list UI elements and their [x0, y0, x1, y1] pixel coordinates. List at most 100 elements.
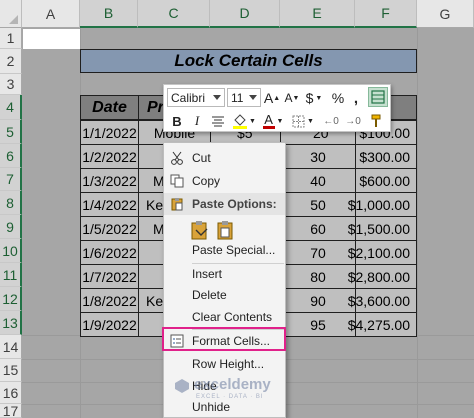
- font-color-icon: A: [262, 111, 275, 129]
- row-header-9[interactable]: 9: [0, 215, 22, 239]
- mini-toolbar: Calibri 11 A ▲ A ▼ $ ▼ % , B I ▼ A ▼ ▼ ←…: [163, 84, 391, 132]
- cell-sales[interactable]: $600.00: [355, 168, 417, 193]
- decrease-decimal-button[interactable]: →0: [344, 111, 362, 131]
- bold-button[interactable]: B: [169, 111, 185, 131]
- watermark: exceldemy EXCEL · DATA · BI: [174, 374, 324, 404]
- cell-sales[interactable]: $2,100.00: [348, 240, 417, 265]
- row-header-2[interactable]: 2: [0, 49, 22, 74]
- cell-a1[interactable]: [23, 29, 80, 49]
- menu-item-cut[interactable]: Cut: [164, 147, 285, 169]
- center-align-button[interactable]: [209, 111, 227, 131]
- cell-date[interactable]: 1/4/2022: [80, 192, 139, 217]
- column-header-b[interactable]: B: [80, 0, 138, 28]
- grid-format-icon: [371, 90, 385, 104]
- watermark-name: exceldemy: [194, 376, 271, 393]
- font-size-dropdown[interactable]: 11: [227, 88, 261, 107]
- row-header-3[interactable]: 3: [0, 74, 22, 95]
- cell-date[interactable]: 1/1/2022: [80, 120, 139, 145]
- caret-down-icon: ▼: [292, 94, 300, 102]
- menu-item-clear-contents[interactable]: Clear Contents: [164, 306, 285, 328]
- select-all-corner[interactable]: [0, 0, 22, 28]
- caret-up-icon: ▲: [273, 94, 281, 102]
- row-header-11[interactable]: 11: [0, 263, 22, 287]
- cell-date[interactable]: 1/5/2022: [80, 216, 139, 241]
- row-header-7[interactable]: 7: [0, 168, 22, 191]
- row-header-5[interactable]: 5: [0, 120, 22, 144]
- increase-decimal-button[interactable]: ←0: [322, 111, 340, 131]
- format-painter-toggle-button[interactable]: [368, 87, 388, 107]
- font-name-dropdown[interactable]: Calibri: [167, 88, 225, 107]
- dollar-icon: $: [305, 90, 314, 106]
- percent-style-button[interactable]: %: [330, 88, 346, 108]
- row-header-10[interactable]: 10: [0, 239, 22, 263]
- cell-qty[interactable]: 40: [280, 168, 356, 193]
- scissors-icon: [169, 150, 185, 166]
- cell-qty[interactable]: 95: [280, 312, 356, 337]
- clipboard-icon: [169, 196, 185, 212]
- cell-sales[interactable]: $3,600.00: [348, 288, 417, 313]
- cell-sales[interactable]: $1,500.00: [348, 216, 417, 241]
- decrease-font-icon: A: [284, 91, 293, 105]
- cell-sales[interactable]: $300.00: [355, 144, 417, 169]
- fill-color-button[interactable]: ▼: [230, 111, 258, 131]
- row-header-13[interactable]: 13: [0, 311, 22, 335]
- paint-bucket-icon: [233, 114, 248, 129]
- row-header-17[interactable]: 17: [0, 403, 22, 418]
- comma-style-button[interactable]: ,: [350, 88, 362, 108]
- cell-qty[interactable]: 70: [280, 240, 356, 265]
- paste-options-header: Paste Options:: [164, 193, 285, 215]
- chevron-down-icon: [213, 95, 221, 100]
- increase-font-size-button[interactable]: A ▲: [264, 88, 280, 108]
- row-header-1[interactable]: 1: [0, 28, 22, 49]
- align-center-icon: [212, 116, 224, 127]
- cell-date[interactable]: 1/3/2022: [80, 168, 139, 193]
- format-painter-button[interactable]: [368, 111, 386, 131]
- paintbrush-icon: [371, 114, 381, 127]
- row-header-8[interactable]: 8: [0, 191, 22, 215]
- cell-date[interactable]: 1/6/2022: [80, 240, 139, 265]
- column-header-g[interactable]: G: [417, 0, 474, 28]
- cell-sales[interactable]: $2,800.00: [348, 264, 417, 289]
- column-header-f[interactable]: F: [355, 0, 417, 28]
- cell-date[interactable]: 1/7/2022: [80, 264, 139, 289]
- menu-item-row-height[interactable]: Row Height...: [164, 353, 285, 375]
- cell-qty[interactable]: 80: [280, 264, 356, 289]
- column-header-e[interactable]: E: [280, 0, 355, 28]
- borders-button[interactable]: ▼: [290, 111, 316, 131]
- row-header-6[interactable]: 6: [0, 144, 22, 168]
- column-header-a[interactable]: A: [22, 0, 80, 28]
- row-header-15[interactable]: 15: [0, 359, 22, 382]
- column-header-c[interactable]: C: [138, 0, 210, 28]
- cell-qty[interactable]: 60: [280, 216, 356, 241]
- cell-sales[interactable]: $4,275.00: [348, 312, 417, 337]
- decrease-font-size-button[interactable]: A ▼: [284, 88, 300, 108]
- row-header-12[interactable]: 12: [0, 287, 22, 311]
- borders-icon: [292, 115, 305, 127]
- menu-item-paste-special[interactable]: Paste Special...: [164, 239, 285, 261]
- cell-date[interactable]: 1/2/2022: [80, 144, 139, 169]
- cell-qty[interactable]: 90: [280, 288, 356, 313]
- menu-item-delete[interactable]: Delete: [164, 284, 285, 306]
- cell-qty[interactable]: 30: [280, 144, 356, 169]
- row-header-14[interactable]: 14: [0, 335, 22, 359]
- cell-date[interactable]: 1/9/2022: [80, 312, 139, 337]
- header-date[interactable]: Date: [80, 95, 139, 120]
- accounting-format-button[interactable]: $ ▼: [304, 88, 324, 108]
- menu-item-insert[interactable]: Insert: [164, 263, 285, 285]
- sheet-title[interactable]: Lock Certain Cells: [80, 49, 417, 73]
- font-color-button[interactable]: A ▼: [260, 111, 286, 131]
- menu-item-copy[interactable]: Copy: [164, 170, 285, 192]
- chevron-down-icon: ▼: [276, 117, 284, 125]
- copy-icon: [169, 173, 185, 189]
- increase-font-icon: A: [263, 90, 274, 106]
- cell-date[interactable]: 1/8/2022: [80, 288, 139, 313]
- cell-sales[interactable]: $1,000.00: [348, 192, 417, 217]
- row-header-16[interactable]: 16: [0, 382, 22, 404]
- italic-button[interactable]: I: [189, 111, 205, 131]
- exceldemy-logo-icon: [175, 379, 189, 393]
- chevron-down-icon: [249, 95, 257, 100]
- cell-qty[interactable]: 50: [280, 192, 356, 217]
- watermark-tagline: EXCEL · DATA · BI: [196, 394, 264, 400]
- column-header-d[interactable]: D: [210, 0, 280, 28]
- row-header-4[interactable]: 4: [0, 95, 22, 120]
